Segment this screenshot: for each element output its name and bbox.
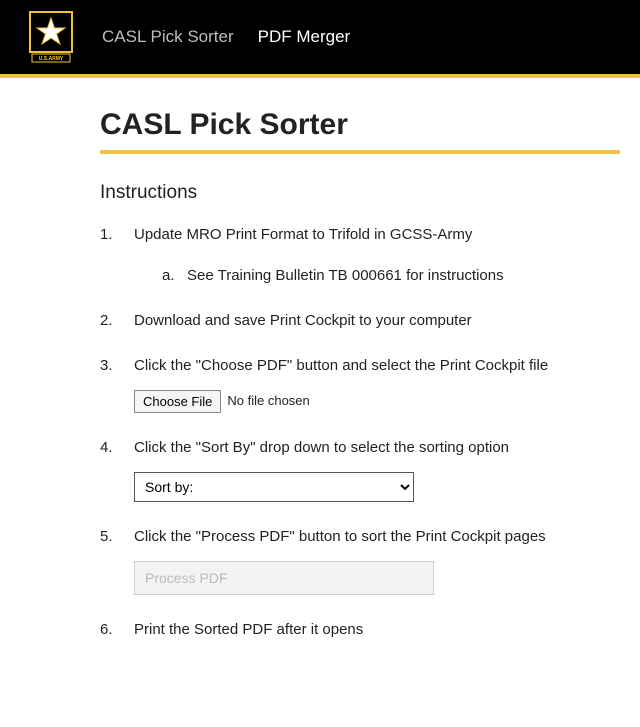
instructions-heading: Instructions	[100, 182, 620, 204]
step-1a: See Training Bulletin TB 000661 for inst…	[134, 265, 620, 286]
file-input-row: Choose File No file chosen	[134, 390, 620, 413]
nav-casl-pick-sorter[interactable]: CASL Pick Sorter	[102, 27, 234, 47]
nav-pdf-merger[interactable]: PDF Merger	[258, 27, 351, 47]
step-5: Click the "Process PDF" button to sort t…	[100, 526, 620, 595]
step-3-text: Click the "Choose PDF" button and select…	[134, 357, 548, 374]
header: U.S.ARMY CASL Pick Sorter PDF Merger	[0, 0, 640, 78]
step-4: Click the "Sort By" drop down to select …	[100, 437, 620, 502]
step-4-text: Click the "Sort By" drop down to select …	[134, 439, 509, 456]
content: CASL Pick Sorter Instructions Update MRO…	[0, 78, 640, 684]
step-2-text: Download and save Print Cockpit to your …	[134, 312, 472, 329]
step-1-text: Update MRO Print Format to Trifold in GC…	[134, 226, 472, 243]
page-title: CASL Pick Sorter	[100, 108, 620, 142]
instructions-list: Update MRO Print Format to Trifold in GC…	[100, 224, 620, 640]
army-logo: U.S.ARMY	[28, 10, 74, 64]
step-3: Click the "Choose PDF" button and select…	[100, 355, 620, 413]
step-1: Update MRO Print Format to Trifold in GC…	[100, 224, 620, 286]
nav: CASL Pick Sorter PDF Merger	[102, 27, 350, 47]
title-rule	[100, 150, 620, 154]
step-5-text: Click the "Process PDF" button to sort t…	[134, 528, 546, 545]
process-pdf-button[interactable]: Process PDF	[134, 561, 434, 595]
step-6: Print the Sorted PDF after it opens	[100, 619, 620, 640]
step-6-text: Print the Sorted PDF after it opens	[134, 621, 363, 638]
file-status: No file chosen	[227, 392, 309, 410]
choose-file-button[interactable]: Choose File	[134, 390, 221, 413]
step-2: Download and save Print Cockpit to your …	[100, 310, 620, 331]
svg-text:U.S.ARMY: U.S.ARMY	[39, 56, 64, 62]
sort-by-select[interactable]: Sort by:	[134, 472, 414, 502]
step-1a-text: See Training Bulletin TB 000661 for inst…	[187, 267, 504, 284]
